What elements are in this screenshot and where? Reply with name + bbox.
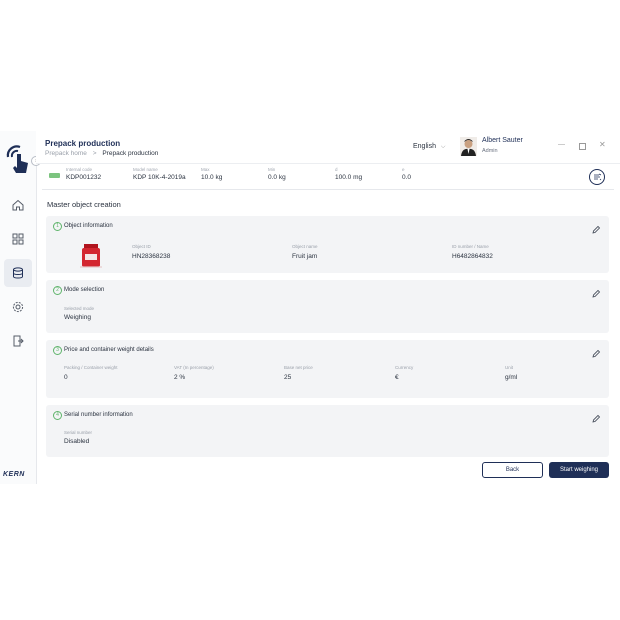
info-label: Max xyxy=(201,167,210,172)
info-label: Min xyxy=(268,167,276,172)
side-navigation: › KERN xyxy=(0,131,41,484)
field-value: € xyxy=(395,374,399,381)
scale-connect-icon[interactable] xyxy=(589,169,605,185)
step-number: 4 xyxy=(53,411,62,420)
language-select[interactable]: English ⌵ xyxy=(413,143,445,151)
card-title: Mode selection xyxy=(64,287,105,293)
scale-info-strip: Internal code KDP001232 Model name KDP 1… xyxy=(42,163,614,190)
serial-number-card: 4 Serial number information Serial numbe… xyxy=(46,405,609,457)
edit-icon[interactable] xyxy=(591,222,601,234)
page-title: Prepack production xyxy=(45,139,121,148)
info-label: d xyxy=(335,167,338,172)
breadcrumb-separator: > xyxy=(92,150,97,157)
info-label: Internal code xyxy=(66,167,93,172)
info-value: 100.0 mg xyxy=(335,174,363,181)
minimize-icon[interactable]: — xyxy=(558,141,565,148)
field-value: Fruit jam xyxy=(292,253,318,260)
scale-icon xyxy=(49,173,60,178)
breadcrumb-home[interactable]: Prepack home xyxy=(45,150,87,157)
edit-icon[interactable] xyxy=(591,411,601,423)
field-label: Object name xyxy=(292,244,318,249)
start-weighing-button[interactable]: Start weighing xyxy=(549,462,609,478)
nav-settings-icon[interactable] xyxy=(4,293,32,321)
breadcrumb: Prepack home > Prepack production xyxy=(45,150,158,157)
info-value: KDP001232 xyxy=(66,174,102,181)
card-title: Object information xyxy=(64,223,113,229)
field-value: H6482864832 xyxy=(452,253,493,260)
info-value: 0.0 kg xyxy=(268,174,286,181)
user-name: Albert Sauter xyxy=(482,137,523,144)
user-role: Admin xyxy=(482,148,498,154)
nav-logout-icon[interactable] xyxy=(4,327,32,355)
nav-apps-icon[interactable] xyxy=(4,225,32,253)
section-heading: Master object creation xyxy=(47,200,121,209)
back-button[interactable]: Back xyxy=(482,462,543,478)
breadcrumb-current: Prepack production xyxy=(102,150,159,157)
field-value: 0 xyxy=(64,374,68,381)
field-label: ID number / Name xyxy=(452,244,489,249)
info-label: e xyxy=(402,167,405,172)
step-number: 3 xyxy=(53,346,62,355)
info-value: 0.0 xyxy=(402,174,412,181)
field-label: Currency xyxy=(395,365,414,370)
kern-logo: KERN xyxy=(3,471,25,478)
product-image xyxy=(78,242,104,269)
language-value: English xyxy=(413,143,436,150)
field-label: Serial number xyxy=(64,430,93,435)
field-label: VAT (In percentage) xyxy=(174,365,214,370)
field-label: Packing / Container weight xyxy=(64,365,118,370)
step-number: 1 xyxy=(53,222,62,231)
nav-home-icon[interactable] xyxy=(4,191,32,219)
field-value: 25 xyxy=(284,374,292,381)
field-value: 2 % xyxy=(174,374,186,381)
chevron-down-icon: ⌵ xyxy=(440,144,446,150)
price-container-card: 3 Price and container weight details Pac… xyxy=(46,340,609,398)
field-value: Disabled xyxy=(64,438,90,445)
card-title: Price and container weight details xyxy=(64,347,154,353)
edit-icon[interactable] xyxy=(591,286,601,298)
field-label: Object ID xyxy=(132,244,151,249)
field-label: Unit xyxy=(505,365,514,370)
edit-icon[interactable] xyxy=(591,346,601,358)
field-value: g/ml xyxy=(505,374,518,381)
field-value: Weighing xyxy=(64,314,91,321)
top-bar: Prepack production Prepack home > Prepac… xyxy=(36,131,620,164)
info-value: KDP 10K-4-2019a xyxy=(133,174,186,181)
mode-selection-card: 2 Mode selection Selected mode Weighing xyxy=(46,280,609,333)
info-label: Model name xyxy=(133,167,158,172)
user-avatar[interactable] xyxy=(460,137,477,156)
nav-database-icon[interactable] xyxy=(4,259,32,287)
touch-logo-icon xyxy=(4,141,32,175)
field-label: Selected mode xyxy=(64,306,95,311)
object-information-card: 1 Object information Object ID HN2836823… xyxy=(46,216,609,273)
field-value: HN28368238 xyxy=(132,253,171,260)
field-label: Base net price xyxy=(284,365,313,370)
close-icon[interactable]: ✕ xyxy=(599,140,606,149)
maximize-icon[interactable] xyxy=(579,143,586,150)
info-value: 10.0 kg xyxy=(201,174,223,181)
step-number: 2 xyxy=(53,286,62,295)
card-title: Serial number information xyxy=(64,412,133,418)
